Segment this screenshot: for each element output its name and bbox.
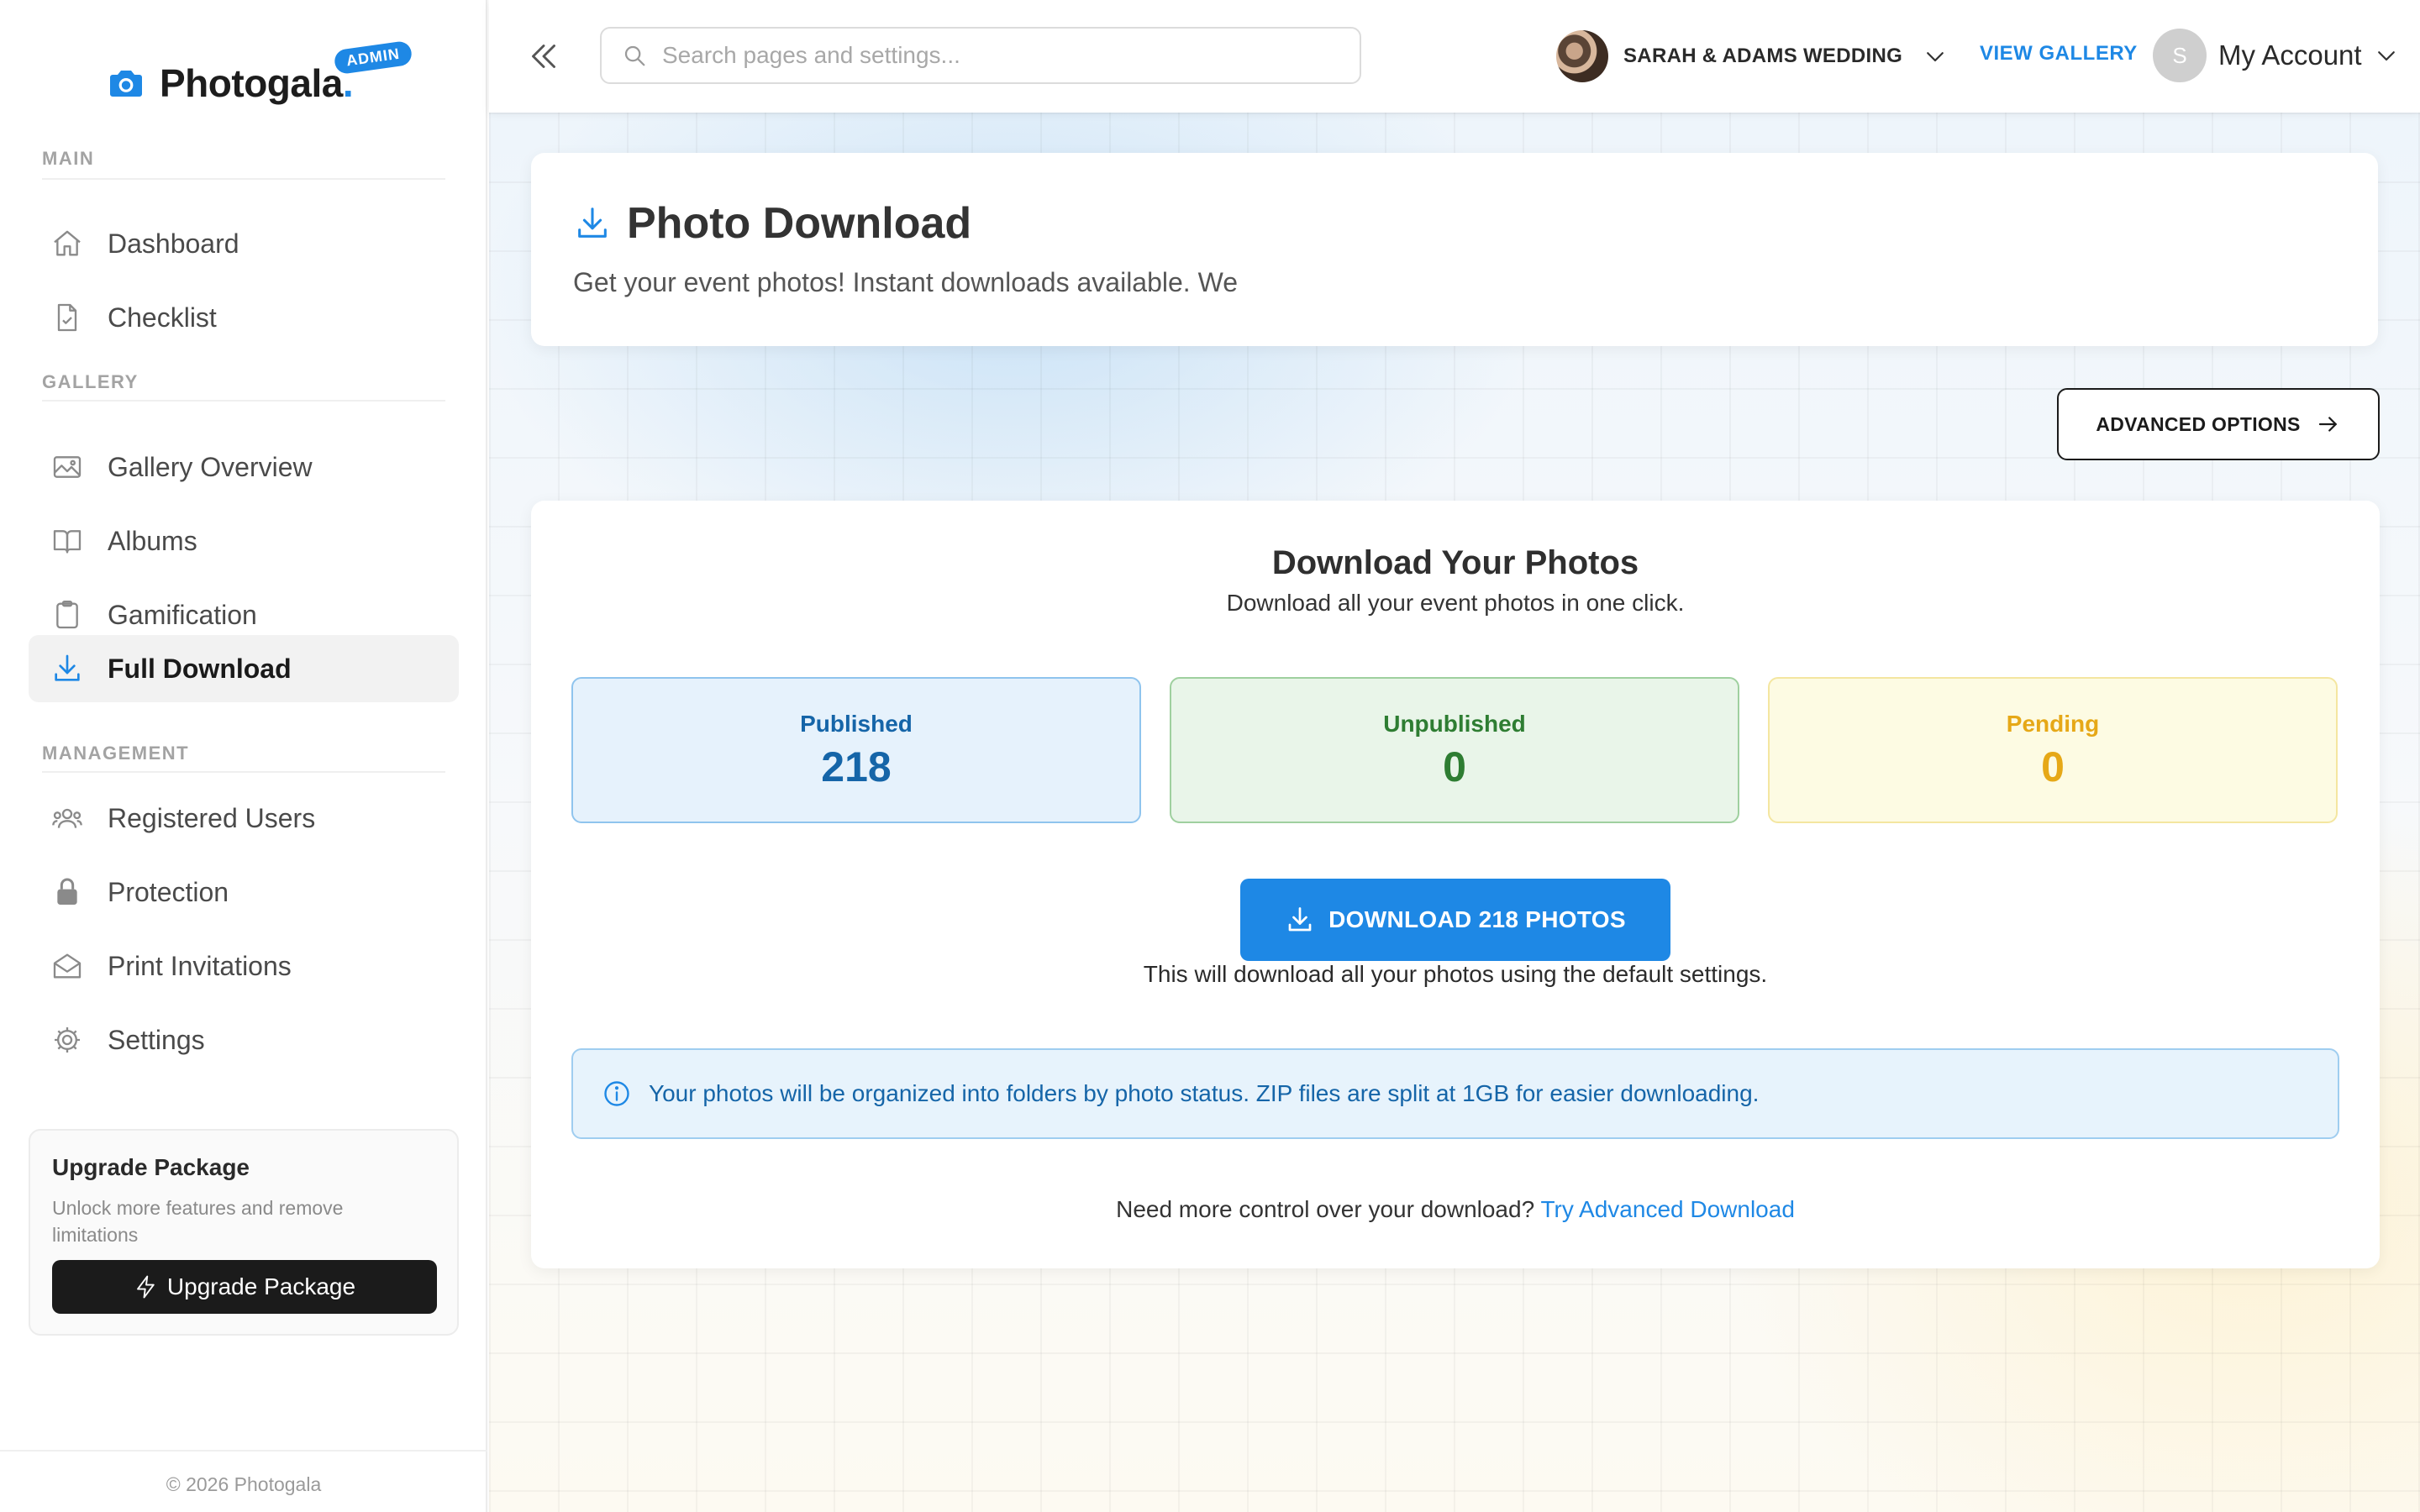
admin-badge: ADMIN [333, 39, 413, 76]
lock-icon [57, 878, 77, 905]
view-gallery-link[interactable]: VIEW GALLERY [1980, 42, 2138, 66]
envelope-icon [53, 953, 82, 979]
collapse-sidebar-icon[interactable] [523, 35, 565, 77]
copyright: © 2026 Photogala [166, 1473, 322, 1495]
arrow-right-icon [2318, 417, 2337, 432]
sidebar-item-label: Gamification [108, 599, 257, 630]
sidebar-item-checklist[interactable]: Checklist [29, 284, 459, 351]
search-icon [624, 45, 645, 66]
page-header-card: Photo Download Get your event photos! In… [531, 153, 2378, 346]
upgrade-package-button[interactable]: Upgrade Package [52, 1260, 437, 1314]
account-label: My Account [2218, 39, 2362, 71]
sidebar-item-label: Settings [108, 1024, 205, 1055]
upgrade-button-label: Upgrade Package [166, 1273, 356, 1299]
home-icon [54, 230, 81, 256]
stat-value: 218 [821, 743, 892, 790]
image-icon [53, 456, 82, 478]
sidebar-item-registered-users[interactable]: Registered Users [29, 785, 459, 852]
clipboard-icon [56, 601, 78, 629]
upgrade-description: Unlock more features and remove limitati… [52, 1197, 344, 1246]
divider [42, 178, 445, 180]
upgrade-title: Upgrade Package [52, 1154, 250, 1180]
search-input[interactable] [662, 42, 1334, 69]
avatar: S [2153, 29, 2207, 82]
advanced-download-prefix: Need more control over your download? [1116, 1196, 1535, 1222]
advanced-options-label: ADVANCED OPTIONS [2096, 412, 2301, 435]
stat-value: 0 [2041, 743, 2065, 790]
chevron-down-icon [2377, 51, 2395, 61]
sidebar-item-label: Dashboard [108, 228, 239, 259]
sidebar-item-gallery-overview[interactable]: Gallery Overview [29, 433, 459, 501]
account-menu[interactable]: S My Account [2153, 27, 2399, 84]
download-icon [1288, 907, 1312, 932]
sidebar-item-label: Albums [108, 525, 197, 556]
download-title: Download Your Photos [1271, 544, 1639, 581]
sidebar-item-label: Full Download [108, 653, 292, 684]
stat-pending: Pending 0 [1768, 677, 2338, 823]
sidebar-item-label: Gallery Overview [108, 451, 313, 482]
sidebar-item-label: Checklist [108, 302, 217, 333]
page-subtitle: Get your event photos! Instant downloads… [573, 267, 1238, 297]
file-check-icon [57, 303, 77, 332]
sidebar-item-protection[interactable]: Protection [29, 858, 459, 926]
stat-value: 0 [1443, 743, 1466, 790]
logo[interactable]: Photogala. [106, 54, 354, 113]
download-card: Download Your Photos Download all your e… [531, 501, 2380, 1268]
download-icon [578, 207, 607, 238]
users-icon [52, 808, 82, 828]
lightning-icon [136, 1275, 155, 1299]
download-icon [55, 654, 80, 681]
sidebar-item-settings[interactable]: Settings [29, 1006, 459, 1074]
sidebar-item-dashboard[interactable]: Dashboard [29, 210, 459, 277]
info-text: Your photos will be organized into folde… [649, 1080, 1760, 1106]
advanced-download-prompt: Need more control over your download? Tr… [531, 1196, 2380, 1223]
divider [42, 771, 445, 773]
download-note: This will download all your photos using… [1143, 961, 1768, 987]
camera-icon [110, 71, 142, 97]
sidebar-item-albums[interactable]: Albums [29, 507, 459, 575]
sidebar-item-label: Registered Users [108, 802, 316, 833]
event-selector[interactable]: SARAH & ADAMS WEDDING [1556, 29, 1948, 84]
divider [42, 400, 445, 402]
advanced-options-button[interactable]: ADVANCED OPTIONS [2057, 388, 2380, 460]
info-alert: Your photos will be organized into folde… [571, 1048, 2339, 1139]
section-label-management: MANAGEMENT [42, 743, 190, 764]
chevron-down-icon [1927, 52, 1944, 62]
page-title-text: Photo Download [627, 199, 972, 248]
stat-label: Unpublished [1383, 711, 1526, 737]
search-box[interactable] [600, 27, 1361, 84]
stat-published: Published 218 [571, 677, 1141, 823]
sidebar-item-label: Protection [108, 876, 229, 907]
download-subtitle: Download all your event photos in one cl… [1226, 590, 1685, 616]
download-photos-button[interactable]: DOWNLOAD 218 PHOTOS [1240, 879, 1670, 961]
event-avatar [1556, 30, 1608, 82]
stat-label: Pending [2006, 711, 2100, 737]
info-icon [604, 1081, 629, 1106]
section-label-main: MAIN [42, 148, 95, 169]
download-button-label: DOWNLOAD 218 PHOTOS [1328, 906, 1626, 932]
event-name: SARAH & ADAMS WEDDING [1623, 45, 1903, 67]
sidebar-item-full-download[interactable]: Full Download [29, 635, 459, 702]
book-icon [53, 530, 82, 554]
sidebar: Photogala. ADMIN MAIN Dashboard Checklis… [0, 0, 487, 1512]
stat-label: Published [800, 711, 913, 737]
sidebar-item-print-invitations[interactable]: Print Invitations [29, 932, 459, 1000]
section-label-gallery: GALLERY [42, 371, 139, 392]
divider [0, 1450, 487, 1452]
logo-text: Photogala [160, 61, 343, 105]
topbar: SARAH & ADAMS WEDDING VIEW GALLERY S My … [489, 0, 2420, 113]
stat-unpublished: Unpublished 0 [1170, 677, 1739, 823]
try-advanced-download-link[interactable]: Try Advanced Download [1540, 1196, 1794, 1222]
gear-icon [55, 1027, 80, 1053]
upgrade-card: Upgrade Package Unlock more features and… [29, 1129, 459, 1336]
page-title: Photo Download [573, 198, 971, 249]
sidebar-item-label: Print Invitations [108, 950, 292, 981]
